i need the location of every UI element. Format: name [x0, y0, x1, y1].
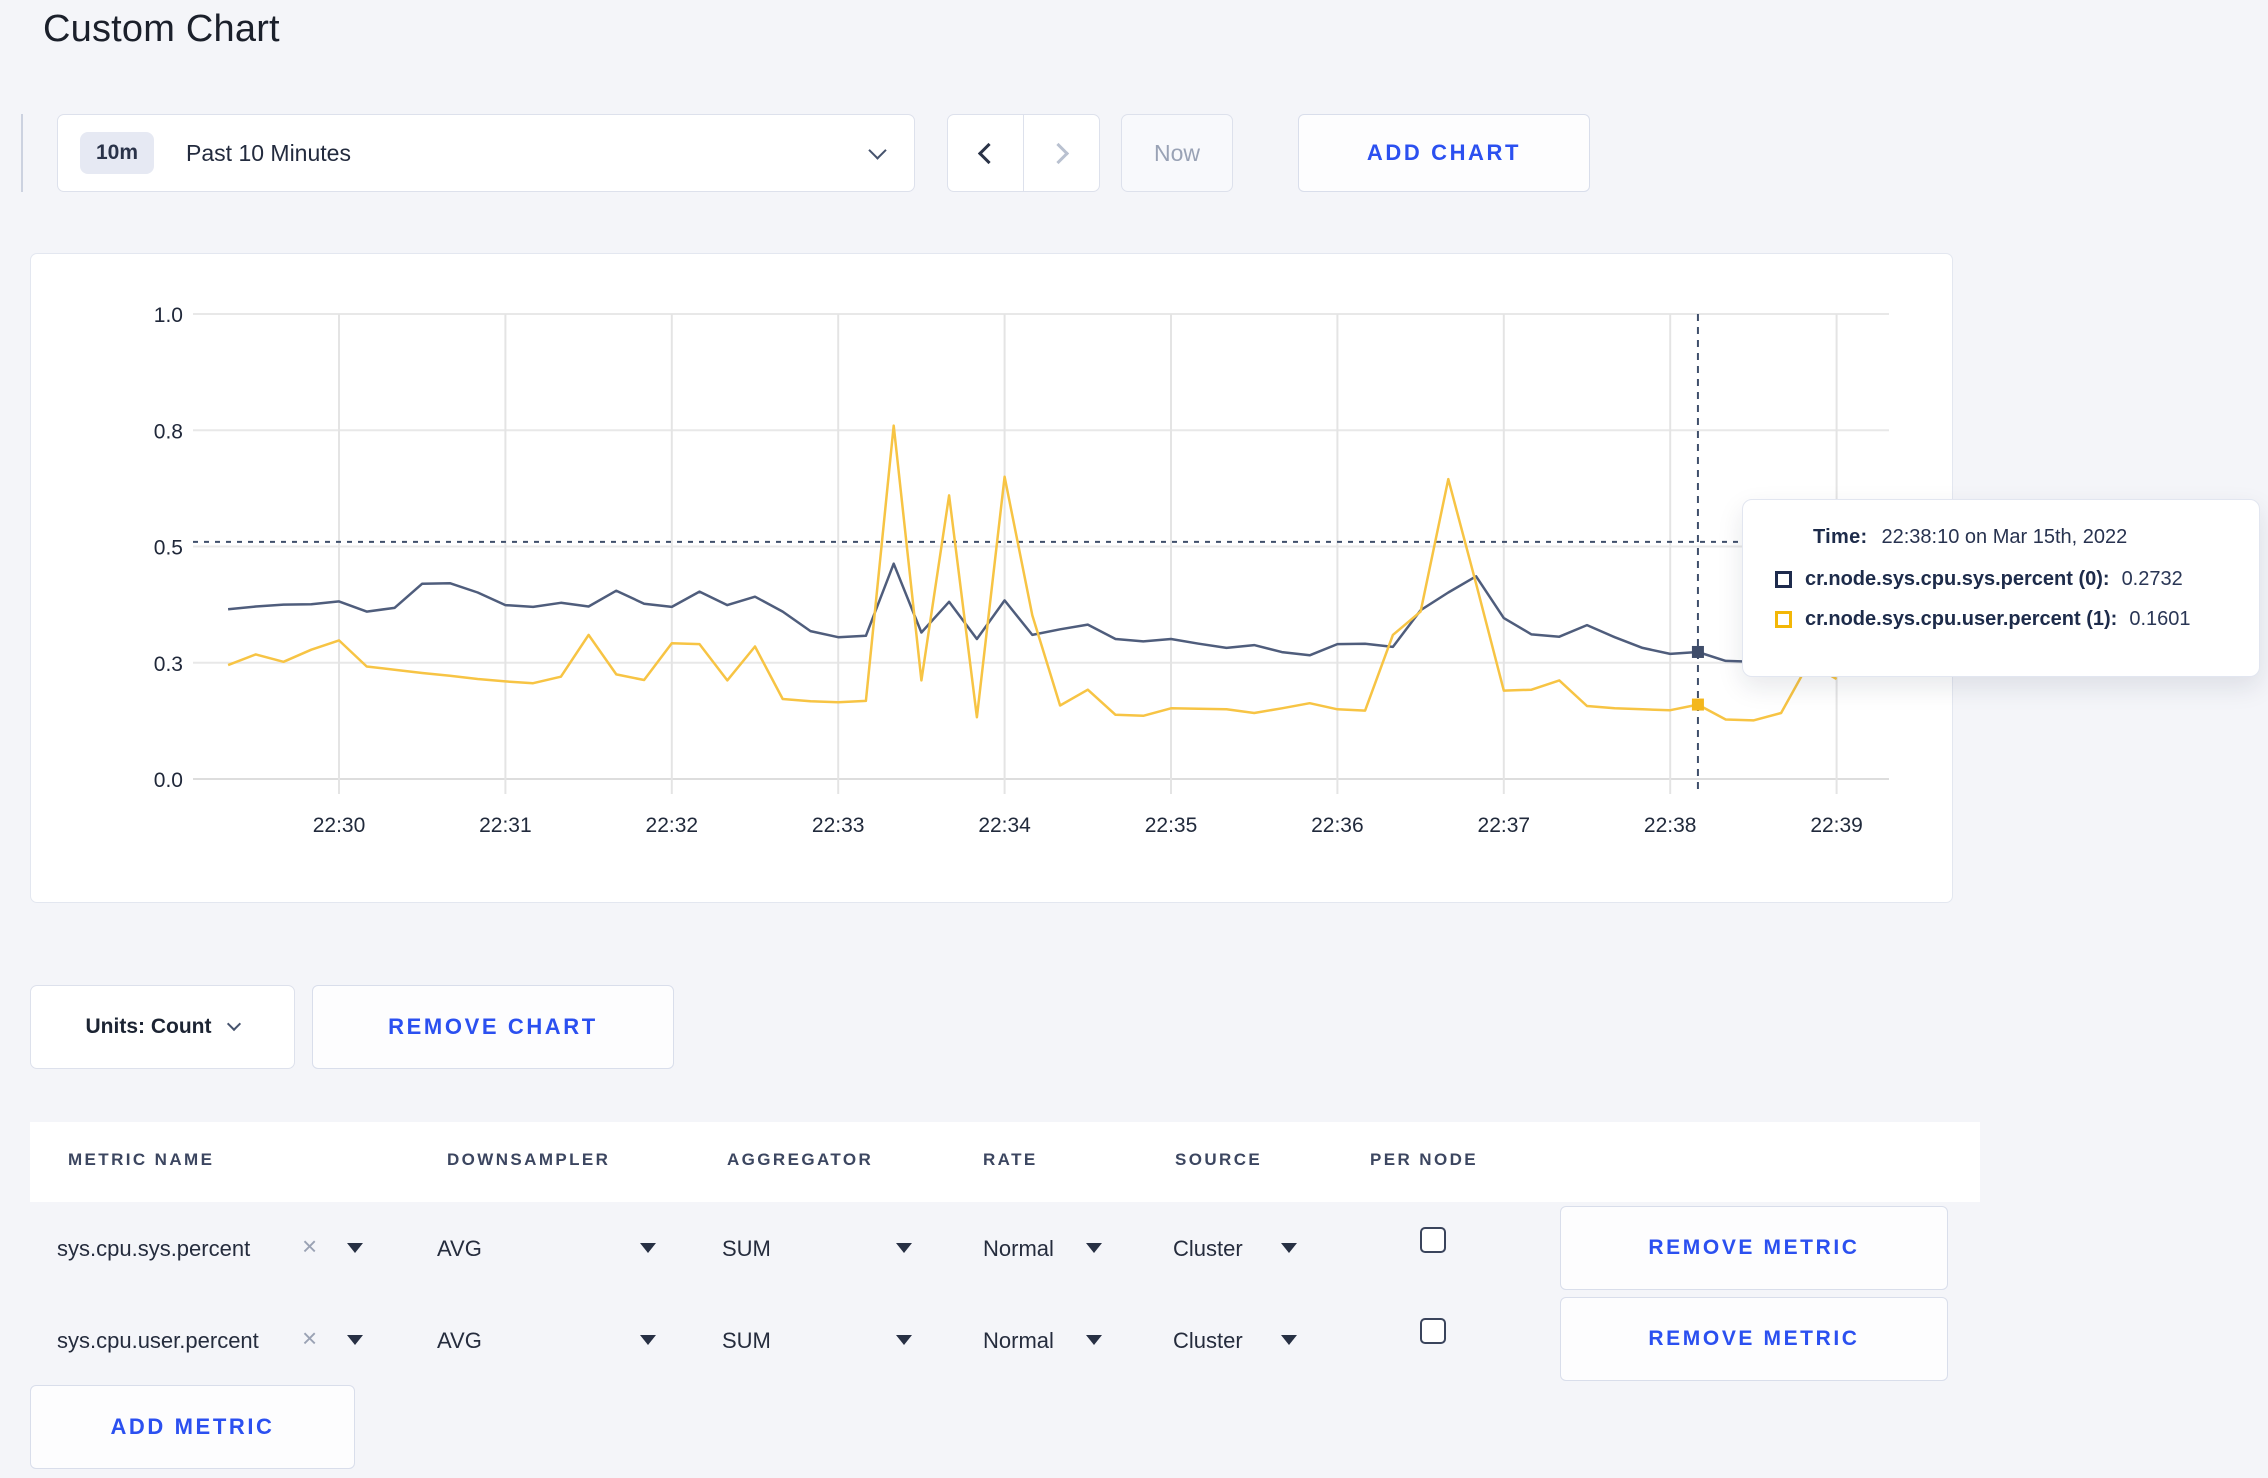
time-window-label: Past 10 Minutes — [186, 139, 351, 166]
rate-dropdown-icon[interactable] — [1086, 1243, 1102, 1253]
per-node-checkbox[interactable] — [1420, 1227, 1446, 1253]
chart-tooltip: Time: 22:38:10 on Mar 15th, 2022 cr.node.… — [1742, 499, 2260, 677]
time-nav-group — [947, 114, 1100, 192]
chart-card: 0.0 0.3 0.5 0.8 1.0 22:30 22:31 22:32 22:33 22:34… — [30, 253, 1953, 903]
downsampler-select[interactable]: AVG — [437, 1236, 482, 1262]
metric-name-value[interactable]: sys.cpu.sys.percent — [57, 1236, 250, 1262]
now-button[interactable]: Now — [1121, 114, 1233, 192]
col-downsampler: DOWNSAMPLER — [447, 1150, 611, 1169]
remove-metric-button[interactable]: REMOVE METRIC — [1560, 1297, 1948, 1381]
source-dropdown-icon[interactable] — [1281, 1335, 1297, 1345]
per-node-checkbox[interactable] — [1420, 1318, 1446, 1344]
chart-plot[interactable]: 0.0 0.3 0.5 0.8 1.0 22:30 22:31 22:32 22:33 22:34… — [31, 254, 1952, 902]
time-window-badge: 10m — [80, 132, 155, 174]
col-per-node: PER NODE — [1370, 1150, 1478, 1169]
remove-chart-button[interactable]: REMOVE CHART — [312, 985, 674, 1069]
svg-text:22:32: 22:32 — [646, 814, 699, 837]
aggregator-dropdown-icon[interactable] — [896, 1243, 912, 1253]
rate-dropdown-icon[interactable] — [1086, 1335, 1102, 1345]
page-title: Custom Chart — [43, 8, 280, 50]
rate-select[interactable]: Normal — [983, 1236, 1054, 1262]
downsampler-dropdown-icon[interactable] — [640, 1243, 656, 1253]
svg-text:22:37: 22:37 — [1478, 814, 1531, 837]
tooltip-time-label: Time: — [1813, 526, 1868, 548]
custom-chart-page: Custom Chart 10m Past 10 Minutes Now ADD… — [0, 0, 2268, 1478]
svg-text:0.5: 0.5 — [154, 537, 183, 560]
col-metric-name: METRIC NAME — [68, 1150, 215, 1169]
metric-dropdown-icon[interactable] — [347, 1335, 363, 1345]
col-aggregator: AGGREGATOR — [727, 1150, 874, 1169]
downsampler-select[interactable]: AVG — [437, 1328, 482, 1354]
rate-select[interactable]: Normal — [983, 1328, 1054, 1354]
tooltip-series-value: 0.1601 — [2129, 608, 2191, 630]
svg-text:22:31: 22:31 — [479, 814, 532, 837]
chevron-down-icon — [868, 140, 887, 160]
col-rate: RATE — [983, 1150, 1038, 1169]
svg-text:22:33: 22:33 — [812, 814, 865, 837]
metric-dropdown-icon[interactable] — [347, 1243, 363, 1253]
source-dropdown-icon[interactable] — [1281, 1243, 1297, 1253]
aggregator-select[interactable]: SUM — [722, 1236, 771, 1262]
add-metric-button[interactable]: ADD METRIC — [30, 1385, 355, 1469]
tooltip-series-row: cr.node.sys.cpu.sys.percent (0): 0.2732 — [1775, 568, 2259, 591]
col-source: SOURCE — [1175, 1150, 1263, 1169]
svg-text:22:30: 22:30 — [313, 814, 366, 837]
svg-text:1.0: 1.0 — [154, 304, 183, 327]
svg-text:0.3: 0.3 — [154, 653, 183, 676]
svg-text:22:35: 22:35 — [1145, 814, 1198, 837]
tooltip-series-row: cr.node.sys.cpu.user.percent (1): 0.1601 — [1775, 608, 2259, 631]
tooltip-series-label: cr.node.sys.cpu.user.percent (1): — [1805, 608, 2118, 630]
prev-time-button[interactable] — [948, 115, 1023, 191]
source-select[interactable]: Cluster — [1173, 1236, 1243, 1262]
svg-text:22:34: 22:34 — [978, 814, 1031, 837]
chevron-right-icon — [1047, 142, 1070, 164]
chevron-down-icon — [227, 1016, 242, 1032]
remove-metric-button[interactable]: REMOVE METRIC — [1560, 1206, 1948, 1290]
toolbar-divider — [21, 114, 23, 192]
sys-series-swatch-icon — [1775, 571, 1792, 588]
units-select[interactable]: Units: Count — [30, 985, 295, 1069]
tooltip-series-label: cr.node.sys.cpu.sys.percent (0): — [1805, 568, 2110, 590]
tooltip-time: Time: 22:38:10 on Mar 15th, 2022 — [1775, 526, 2259, 549]
aggregator-select[interactable]: SUM — [722, 1328, 771, 1354]
units-label: Units: Count — [85, 1015, 212, 1038]
user-series-swatch-icon — [1775, 611, 1792, 628]
metric-name-value[interactable]: sys.cpu.user.percent — [57, 1328, 259, 1354]
source-select[interactable]: Cluster — [1173, 1328, 1243, 1354]
clear-metric-icon[interactable]: × — [302, 1233, 317, 1259]
svg-text:22:39: 22:39 — [1810, 814, 1863, 837]
svg-text:0.0: 0.0 — [154, 769, 183, 792]
chevron-left-icon — [977, 142, 1000, 164]
tooltip-time-value: 22:38:10 on Mar 15th, 2022 — [1881, 526, 2128, 548]
next-time-button[interactable] — [1023, 115, 1099, 191]
tooltip-series-value: 0.2732 — [2121, 568, 2183, 590]
add-chart-button[interactable]: ADD CHART — [1298, 114, 1590, 192]
clear-metric-icon[interactable]: × — [302, 1325, 317, 1351]
time-window-select[interactable]: 10m Past 10 Minutes — [57, 114, 915, 192]
svg-text:0.8: 0.8 — [154, 420, 183, 443]
downsampler-dropdown-icon[interactable] — [640, 1335, 656, 1345]
aggregator-dropdown-icon[interactable] — [896, 1335, 912, 1345]
metrics-table-header: METRIC NAME DOWNSAMPLER AGGREGATOR RATE … — [30, 1122, 1980, 1202]
svg-text:22:38: 22:38 — [1644, 814, 1697, 837]
svg-text:22:36: 22:36 — [1311, 814, 1364, 837]
